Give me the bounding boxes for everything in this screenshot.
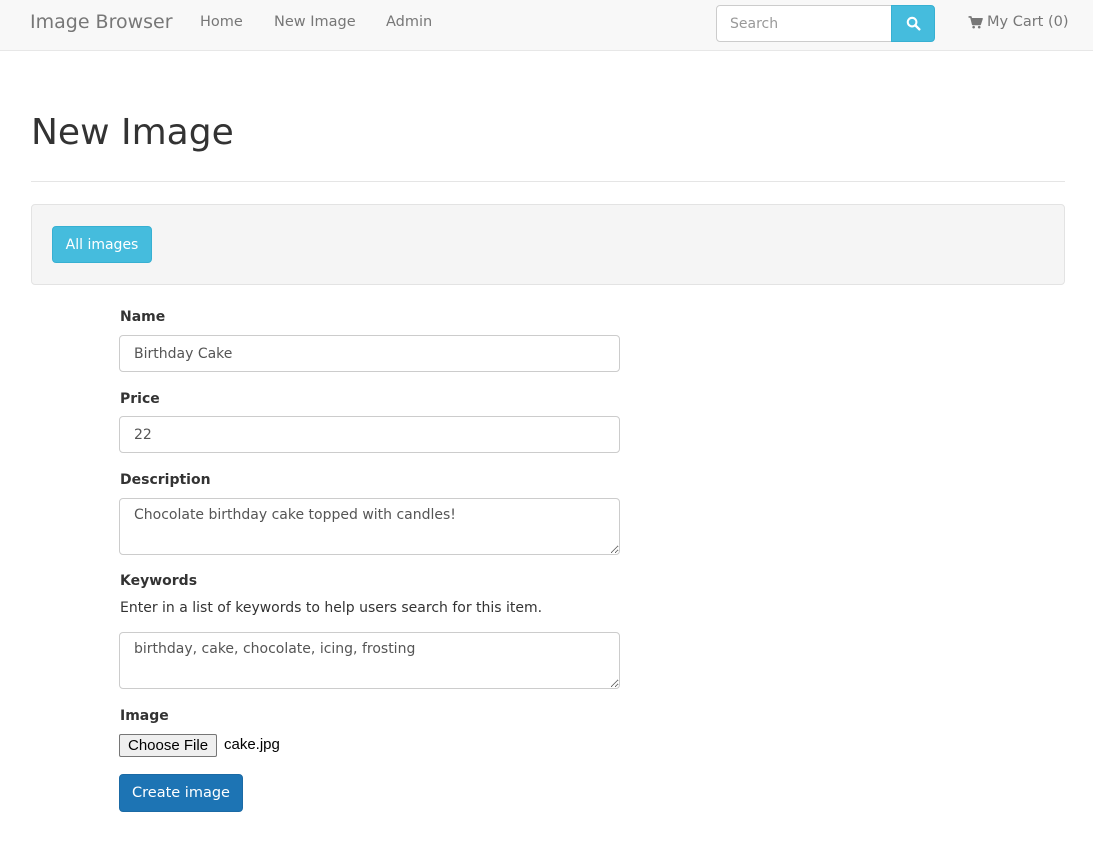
keywords-textarea[interactable]: birthday, cake, chocolate, icing, frosti… xyxy=(119,632,620,689)
brand-link[interactable]: Image Browser xyxy=(30,11,173,33)
all-images-button[interactable]: All images xyxy=(52,226,152,263)
selected-file-name: cake.jpg xyxy=(224,736,280,753)
page-divider xyxy=(31,181,1065,182)
shopping-cart-icon xyxy=(968,15,983,29)
description-textarea[interactable]: Chocolate birthday cake topped with cand… xyxy=(119,498,620,555)
page-title: New Image xyxy=(31,112,234,153)
navbar: Image Browser Home New Image Admin My Ca… xyxy=(0,0,1093,51)
keywords-label: Keywords xyxy=(120,573,198,589)
nav-link-new-image[interactable]: New Image xyxy=(274,14,356,30)
search-input[interactable] xyxy=(716,5,892,42)
image-label: Image xyxy=(120,708,169,724)
cart-link[interactable]: My Cart (0) xyxy=(968,14,1069,30)
search-button[interactable] xyxy=(891,5,935,42)
description-label: Description xyxy=(120,472,211,488)
name-label: Name xyxy=(120,309,166,325)
actions-well: All images xyxy=(31,204,1065,285)
search-icon xyxy=(906,16,921,31)
price-field[interactable] xyxy=(119,416,620,453)
choose-file-button[interactable]: Choose File xyxy=(119,734,218,757)
nav-link-home[interactable]: Home xyxy=(200,14,243,30)
price-label: Price xyxy=(120,391,160,407)
keywords-help-text: Enter in a list of keywords to help user… xyxy=(120,600,543,616)
name-field[interactable] xyxy=(119,335,620,372)
create-image-button[interactable]: Create image xyxy=(119,774,243,812)
cart-label: My Cart (0) xyxy=(987,14,1069,30)
nav-link-admin[interactable]: Admin xyxy=(386,14,432,30)
